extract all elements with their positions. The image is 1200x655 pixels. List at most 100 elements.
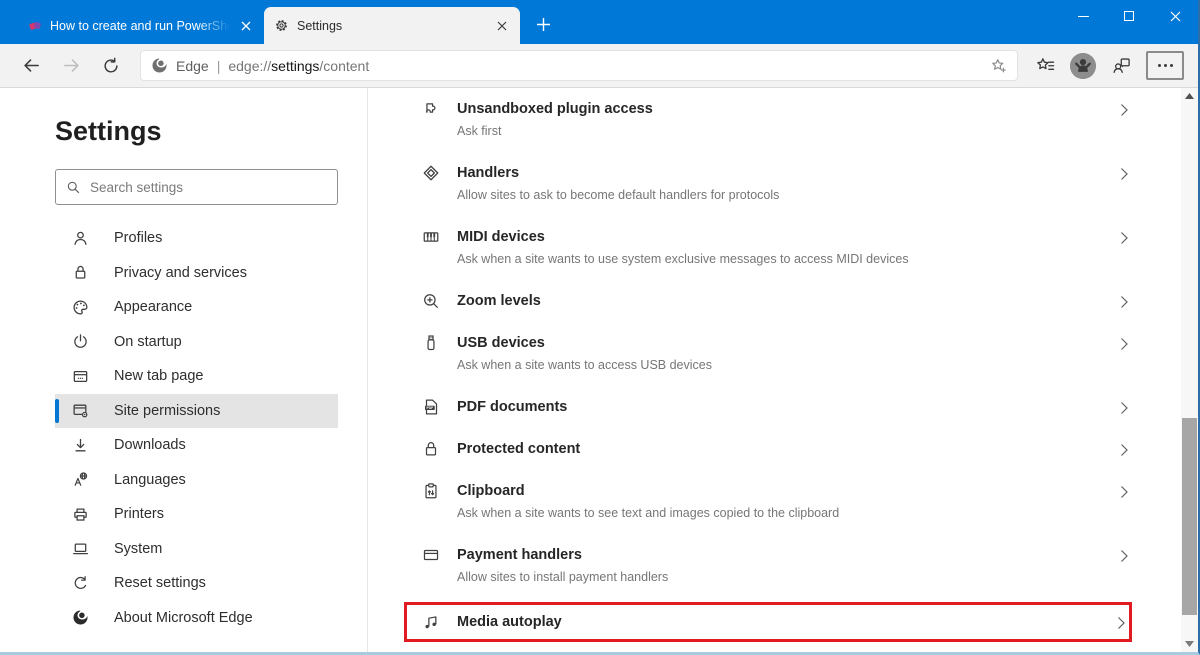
scrollbar-thumb[interactable] bbox=[1182, 417, 1197, 615]
sidebar-item-label: Languages bbox=[114, 471, 186, 488]
setting-title: USB devices bbox=[457, 335, 545, 351]
forward-icon[interactable] bbox=[54, 50, 88, 82]
maximize-icon[interactable] bbox=[1106, 0, 1152, 32]
handlers-icon bbox=[422, 164, 440, 182]
sidebar-item-about[interactable]: About Microsoft Edge bbox=[55, 601, 338, 636]
sidebar-item-label: Privacy and services bbox=[114, 264, 247, 281]
sidebar-item-site-permissions[interactable]: Site permissions bbox=[55, 393, 338, 428]
new-tab-icon[interactable] bbox=[530, 11, 556, 37]
titlebar: How to create and run PowerShe Settings bbox=[0, 0, 1198, 44]
vertical-scrollbar[interactable] bbox=[1181, 88, 1198, 652]
setting-desc: Ask when a site wants to see text and im… bbox=[457, 506, 840, 520]
search-icon bbox=[66, 180, 81, 195]
chevron-right-icon bbox=[1113, 615, 1129, 631]
tab-title: How to create and run PowerShe bbox=[50, 18, 230, 33]
refresh-icon[interactable] bbox=[94, 50, 128, 82]
new-tab-page-icon bbox=[72, 368, 89, 385]
back-icon[interactable] bbox=[14, 50, 48, 82]
address-bar[interactable]: Edge | edge://settings/content bbox=[140, 50, 1018, 81]
address-engine-label: Edge bbox=[176, 57, 209, 74]
scroll-down-icon[interactable] bbox=[1181, 636, 1198, 652]
edge-about-icon bbox=[72, 609, 89, 626]
favorites-bar-icon[interactable] bbox=[1030, 51, 1060, 81]
url-host: settings bbox=[271, 57, 320, 74]
gear-icon bbox=[274, 18, 289, 33]
avatar[interactable] bbox=[1070, 52, 1096, 79]
sidebar-item-new-tab-page[interactable]: New tab page bbox=[55, 359, 338, 394]
midi-icon bbox=[422, 228, 440, 246]
setting-title: MIDI devices bbox=[457, 229, 545, 245]
sidebar-item-label: Downloads bbox=[114, 437, 186, 454]
setting-title: Unsandboxed plugin access bbox=[457, 101, 653, 117]
minimize-icon[interactable] bbox=[1060, 0, 1106, 32]
sidebar-item-languages[interactable]: Languages bbox=[55, 463, 338, 498]
clipboard-icon bbox=[422, 482, 440, 500]
setting-row-media-autoplay[interactable]: Media autoplay bbox=[404, 602, 1132, 642]
payment-icon bbox=[422, 546, 440, 564]
toolbar: Edge | edge://settings/content bbox=[0, 44, 1198, 88]
close-icon[interactable] bbox=[494, 18, 510, 34]
scroll-up-icon[interactable] bbox=[1181, 88, 1198, 104]
sidebar-item-printers[interactable]: Printers bbox=[55, 497, 338, 532]
palette-icon bbox=[72, 299, 89, 316]
setting-row-zoom-levels[interactable]: Zoom levels bbox=[422, 280, 1132, 322]
site-favicon bbox=[28, 19, 42, 33]
sidebar-item-label: Profiles bbox=[114, 230, 163, 247]
close-icon[interactable] bbox=[238, 18, 254, 34]
tab-title: Settings bbox=[297, 18, 343, 33]
setting-row-pdf-documents[interactable]: PDF PDF documents bbox=[422, 386, 1132, 428]
sidebar: Settings Profiles Priv bbox=[0, 88, 368, 652]
feedback-icon[interactable] bbox=[1106, 51, 1136, 81]
setting-row-payment-handlers[interactable]: Payment handlers Allow sites to install … bbox=[422, 534, 1132, 598]
sidebar-item-reset-settings[interactable]: Reset settings bbox=[55, 566, 338, 601]
setting-title: Media autoplay bbox=[457, 614, 562, 630]
setting-desc: Ask when a site wants to use system excl… bbox=[457, 252, 909, 266]
setting-row-unsandboxed-plugin-access[interactable]: Unsandboxed plugin access Ask first bbox=[422, 88, 1132, 152]
setting-row-handlers[interactable]: Handlers Allow sites to ask to become de… bbox=[422, 152, 1132, 216]
chevron-right-icon bbox=[1116, 102, 1132, 118]
setting-row-protected-content[interactable]: Protected content bbox=[422, 428, 1132, 470]
usb-icon bbox=[422, 334, 440, 352]
reset-icon bbox=[72, 575, 89, 592]
setting-desc: Allow sites to install payment handlers bbox=[457, 570, 669, 584]
sidebar-nav: Profiles Privacy and services Appearance bbox=[55, 221, 338, 635]
more-icon[interactable] bbox=[1146, 51, 1184, 80]
page-title: Settings bbox=[55, 116, 162, 146]
profile-icon bbox=[72, 230, 89, 247]
chevron-right-icon bbox=[1116, 166, 1132, 182]
address-url[interactable]: edge://settings/content bbox=[228, 58, 982, 74]
laptop-icon bbox=[72, 540, 89, 557]
zoom-icon bbox=[422, 292, 440, 310]
download-icon bbox=[72, 437, 89, 454]
sidebar-item-downloads[interactable]: Downloads bbox=[55, 428, 338, 463]
close-window-icon[interactable] bbox=[1152, 0, 1198, 32]
sidebar-item-privacy[interactable]: Privacy and services bbox=[55, 256, 338, 291]
power-icon bbox=[72, 333, 89, 350]
site-permissions-icon bbox=[72, 402, 89, 419]
sidebar-item-profiles[interactable]: Profiles bbox=[55, 221, 338, 256]
tab-settings[interactable]: Settings bbox=[264, 7, 520, 44]
add-favorite-icon[interactable] bbox=[990, 57, 1007, 74]
search-input[interactable] bbox=[90, 179, 327, 195]
sidebar-item-label: On startup bbox=[114, 333, 182, 350]
lock-icon bbox=[72, 264, 89, 281]
setting-row-usb-devices[interactable]: USB devices Ask when a site wants to acc… bbox=[422, 322, 1132, 386]
setting-desc: Ask first bbox=[457, 124, 502, 138]
site-permissions-list: Unsandboxed plugin access Ask first Hand… bbox=[368, 88, 1181, 652]
sidebar-item-label: About Microsoft Edge bbox=[114, 609, 253, 626]
protected-lock-icon bbox=[422, 440, 440, 458]
sidebar-item-appearance[interactable]: Appearance bbox=[55, 290, 338, 325]
chevron-right-icon bbox=[1116, 230, 1132, 246]
chevron-right-icon bbox=[1116, 400, 1132, 416]
setting-title: Clipboard bbox=[457, 483, 525, 499]
setting-desc: Allow sites to ask to become default han… bbox=[457, 188, 780, 202]
search-box[interactable] bbox=[55, 169, 338, 205]
scrollbar-track[interactable] bbox=[1181, 104, 1198, 636]
setting-row-midi-devices[interactable]: MIDI devices Ask when a site wants to us… bbox=[422, 216, 1132, 280]
sidebar-item-on-startup[interactable]: On startup bbox=[55, 325, 338, 360]
sidebar-item-system[interactable]: System bbox=[55, 532, 338, 567]
setting-row-clipboard[interactable]: Clipboard Ask when a site wants to see t… bbox=[422, 470, 1132, 534]
tab-powershell-article[interactable]: How to create and run PowerShe bbox=[18, 7, 264, 44]
window-controls bbox=[1060, 0, 1198, 32]
chevron-right-icon bbox=[1116, 548, 1132, 564]
